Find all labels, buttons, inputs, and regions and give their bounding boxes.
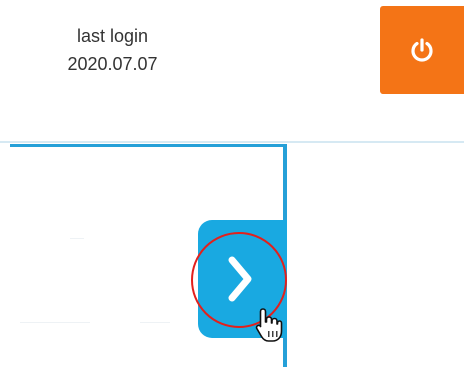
power-icon bbox=[411, 38, 433, 62]
last-login-label: last login bbox=[76, 26, 149, 46]
chevron-right-icon bbox=[228, 256, 251, 302]
faded-text bbox=[70, 238, 84, 239]
collapse-panel-toggle[interactable] bbox=[198, 220, 287, 338]
faded-text bbox=[20, 322, 90, 323]
logout-button[interactable] bbox=[380, 6, 464, 94]
last-login-info: last login 2020.07.07 bbox=[0, 22, 225, 78]
faded-text bbox=[140, 322, 170, 323]
header-divider bbox=[0, 141, 464, 143]
side-panel-border-top bbox=[10, 144, 285, 147]
last-login-date: 2020.07.07 bbox=[67, 54, 158, 74]
